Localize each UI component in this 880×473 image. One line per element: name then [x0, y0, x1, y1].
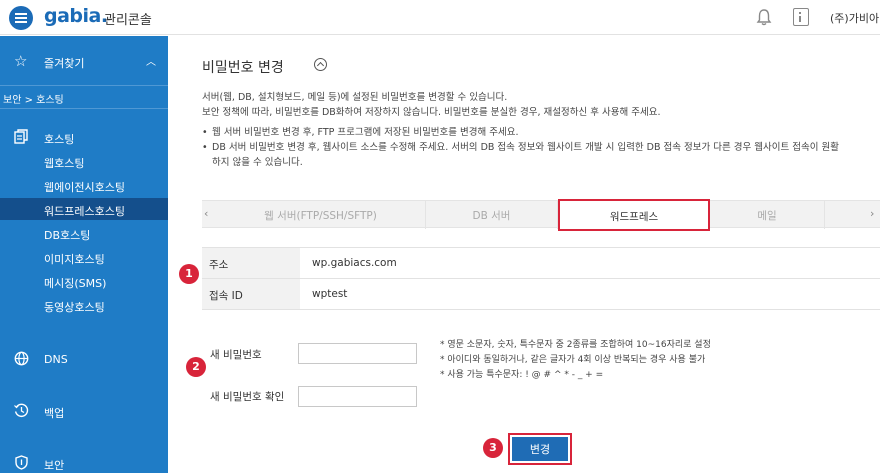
tab-web-server[interactable]: 웹 서버(FTP/SSH/SFTP) [216, 201, 426, 229]
sidebar-item-messaging-sms[interactable]: 메시징(SMS) [0, 270, 168, 292]
user-name[interactable]: (주)가비아 [830, 10, 879, 26]
sidebar-item-web-agency-hosting[interactable]: 웹에이전시호스팅 [0, 174, 168, 196]
top-header: gabia. 관리콘솔 (주)가비아 [0, 0, 880, 35]
step-badge: 3 [483, 438, 503, 458]
sidebar-item-web-hosting[interactable]: 웹호스팅 [0, 150, 168, 172]
info-panel-icon[interactable] [793, 8, 809, 26]
tab-mail[interactable]: 메일 [710, 201, 825, 229]
new-password-label: 새 비밀번호 [210, 349, 262, 361]
tab-db-server[interactable]: DB 서버 [426, 201, 558, 229]
table-row: 주소 wp.gabiacs.com [202, 248, 880, 279]
new-password-field[interactable] [298, 343, 417, 364]
sidebar-section-label: 백업 [44, 407, 65, 420]
chevron-left-icon[interactable]: ‹ [204, 207, 208, 220]
hamburger-menu-icon[interactable] [9, 6, 33, 30]
page-title: 비밀번호 변경 [202, 60, 284, 76]
bell-icon[interactable] [756, 8, 772, 26]
tab-wordpress[interactable]: 워드프레스 [558, 199, 710, 231]
address-label: 주소 [202, 248, 300, 278]
main-content: 비밀번호 변경 서버(웹, DB, 설치형보드, 메일 등)에 설정된 비밀번호… [168, 36, 880, 473]
submit-highlight: 변경 [508, 433, 572, 465]
address-value: wp.gabiacs.com [312, 257, 397, 269]
sidebar-breadcrumb[interactable]: 보안 > 호스팅 [0, 85, 168, 109]
sidebar: ☆ 즐겨찾기 ︿ 보안 > 호스팅 호스팅 웹호스팅 웹에이전시호스팅 워드프레… [0, 36, 168, 473]
favorites-label: 즐겨찾기 [44, 57, 85, 70]
console-title: 관리콘솔 [104, 13, 152, 28]
step-badge: 2 [186, 357, 206, 377]
password-rule: * 영문 소문자, 숫자, 특수문자 중 2종류를 조합하여 10~16자리로 … [440, 340, 711, 350]
password-rules: * 영문 소문자, 숫자, 특수문자 중 2종류를 조합하여 10~16자리로 … [440, 338, 711, 383]
sidebar-favorites[interactable]: ☆ 즐겨찾기 ︿ [0, 50, 168, 74]
copy-icon [14, 129, 28, 144]
chevron-up-icon[interactable]: ︿ [146, 53, 156, 68]
chevron-right-icon[interactable]: › [870, 207, 874, 220]
login-id-value: wptest [312, 288, 348, 300]
shield-icon [15, 455, 28, 470]
star-icon: ☆ [14, 52, 28, 70]
sidebar-item-image-hosting[interactable]: 이미지호스팅 [0, 246, 168, 268]
description-line: 서버(웹, DB, 설치형보드, 메일 등)에 설정된 비밀번호를 변경할 수 … [202, 92, 508, 103]
account-info-table: 주소 wp.gabiacs.com 접속 ID wptest [202, 247, 880, 310]
server-tabs: ‹ 웹 서버(FTP/SSH/SFTP) DB 서버 워드프레스 메일 › [202, 199, 880, 231]
sidebar-item-video-hosting[interactable]: 동영상호스팅 [0, 294, 168, 316]
chevron-up-circle-icon[interactable] [314, 58, 327, 71]
confirm-password-label: 새 비밀번호 확인 [210, 391, 285, 403]
history-icon [14, 403, 29, 418]
step-badge: 1 [179, 264, 199, 284]
sidebar-section-dns[interactable]: DNS [0, 350, 168, 370]
confirm-password-field[interactable] [298, 386, 417, 407]
sidebar-section-label: DNS [44, 353, 68, 366]
note-text: 하지 않을 수 있습니다. [212, 157, 303, 168]
description-line: 보안 정책에 따라, 비밀번호를 DB화하여 저장하지 않습니다. 비밀번호를 … [202, 107, 661, 118]
note-text: DB 서버 비밀번호 변경 후, 웹사이트 소스를 수정해 주세요. 서버의 D… [212, 142, 839, 153]
login-id-label: 접속 ID [202, 279, 300, 309]
sidebar-section-backup[interactable]: 백업 [0, 402, 168, 422]
password-rule: * 아이디와 동일하거나, 같은 글자가 4회 이상 반복되는 경우 사용 불가 [440, 355, 706, 365]
note-item: 웹 서버 비밀번호 변경 후, FTP 프로그램에 저장된 비밀번호를 변경해 … [202, 125, 878, 140]
note-item: DB 서버 비밀번호 변경 후, 웹사이트 소스를 수정해 주세요. 서버의 D… [202, 140, 878, 170]
sidebar-section-hosting[interactable]: 호스팅 [0, 128, 168, 148]
sidebar-item-wordpress-hosting[interactable]: 워드프레스호스팅 [0, 198, 168, 220]
change-password-button[interactable]: 변경 [512, 437, 568, 461]
sidebar-section-security[interactable]: 보안 [0, 454, 168, 473]
gabia-logo[interactable]: gabia. [44, 5, 108, 27]
sidebar-section-label: 호스팅 [44, 133, 75, 146]
table-row: 접속 ID wptest [202, 279, 880, 310]
sidebar-item-db-hosting[interactable]: DB호스팅 [0, 222, 168, 244]
password-rule: * 사용 가능 특수문자: ! @ # ^ * - _ + = [440, 370, 604, 380]
sidebar-section-label: 보안 [44, 459, 65, 472]
globe-icon [14, 351, 29, 366]
notes-list: 웹 서버 비밀번호 변경 후, FTP 프로그램에 저장된 비밀번호를 변경해 … [202, 125, 878, 170]
